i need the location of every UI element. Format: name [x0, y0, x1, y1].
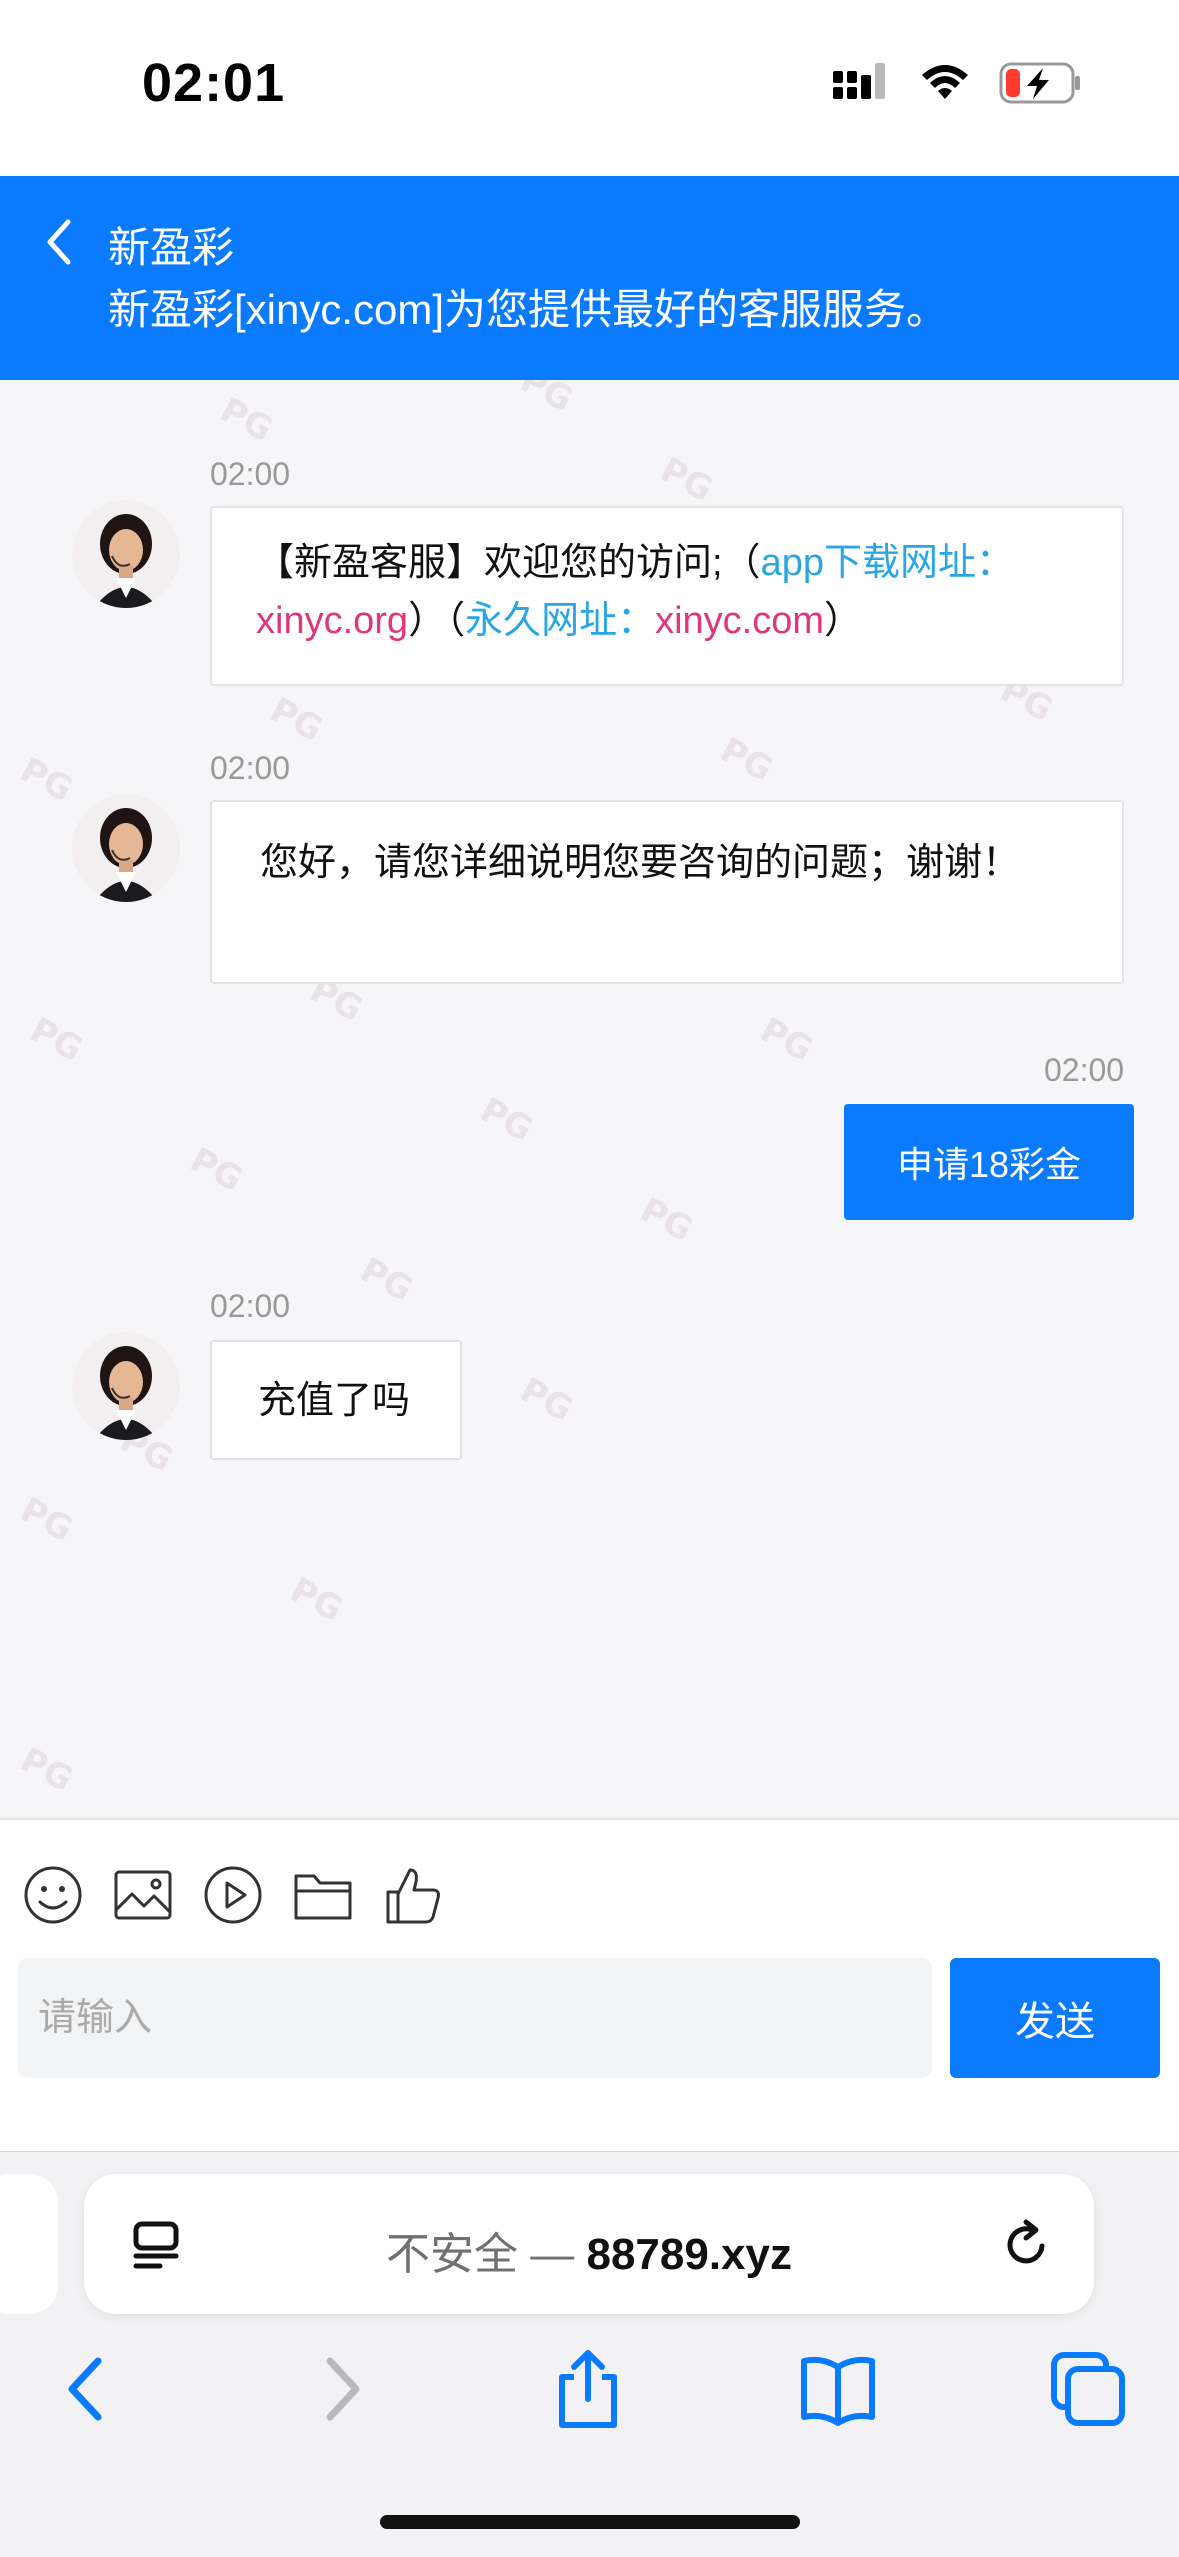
- watermark: PG: [13, 1739, 80, 1801]
- message-time: 02:00: [210, 1288, 291, 1324]
- watermark: PG: [753, 1009, 820, 1071]
- message-bubble-incoming: 充值了吗: [210, 1340, 462, 1460]
- reload-icon[interactable]: [998, 2216, 1054, 2272]
- composer: 发送: [0, 1818, 1179, 2153]
- battery-charging-icon: [999, 62, 1080, 104]
- agent-avatar-image: [72, 1332, 180, 1440]
- back-arrow-icon[interactable]: [36, 212, 80, 272]
- share-icon[interactable]: [546, 2347, 630, 2431]
- app-download-link[interactable]: xinyc.org: [256, 600, 408, 642]
- watermark: PG: [713, 729, 780, 791]
- status-bar: 02:01: [0, 0, 1179, 176]
- header-title: 新盈彩: [108, 224, 235, 271]
- header-subtitle: 新盈彩[xinyc.com]为您提供最好的客服服务。: [108, 286, 949, 333]
- bookmarks-icon[interactable]: [796, 2347, 880, 2431]
- message-text: 【新盈客服】欢迎您的访问;（: [256, 542, 761, 584]
- watermark: PG: [653, 449, 720, 511]
- agent-avatar-image: [72, 794, 180, 902]
- agent-avatar: [72, 1332, 180, 1440]
- status-icons: [833, 62, 1081, 104]
- agent-avatar: [72, 794, 180, 902]
- message-text: ）: [824, 600, 863, 642]
- image-icon[interactable]: [112, 1864, 174, 1926]
- wifi-icon: [922, 65, 968, 99]
- security-label: 不安全 —: [386, 2230, 575, 2279]
- message-bubble-incoming: 【新盈客服】欢迎您的访问;（app下载网址： xinyc.org）（永久网址：xi…: [210, 506, 1124, 686]
- agent-avatar-image: [72, 500, 180, 608]
- emoji-icon[interactable]: [22, 1864, 84, 1926]
- back-icon[interactable]: [46, 2347, 130, 2431]
- watermark: PG: [353, 1249, 420, 1311]
- chat-area[interactable]: PG PG PG PG PG PG PG PG PG PG PG PG PG P…: [0, 380, 1179, 1818]
- domain-label: 88789.xyz: [586, 2230, 792, 2279]
- thumbs-up-icon[interactable]: [382, 1864, 444, 1926]
- watermark: PG: [263, 689, 330, 751]
- watermark: PG: [473, 1089, 540, 1151]
- home-indicator: [380, 2515, 800, 2529]
- message-bubble-outgoing: 申请18彩金: [844, 1104, 1134, 1220]
- agent-avatar: [72, 500, 180, 608]
- watermark: PG: [13, 1489, 80, 1551]
- permanent-url-label: 永久网址：: [465, 600, 656, 642]
- send-button[interactable]: 发送: [950, 1958, 1160, 2078]
- watermark: PG: [513, 380, 580, 421]
- message-bubble-incoming: 您好，请您详细说明您要咨询的问题；谢谢！: [210, 800, 1124, 984]
- status-time: 02:01: [142, 53, 286, 113]
- chat-header: 新盈彩 新盈彩[xinyc.com]为您提供最好的客服服务。: [0, 176, 1179, 380]
- message-time: 02:00: [210, 456, 291, 492]
- folder-icon[interactable]: [292, 1864, 354, 1926]
- watermark: PG: [633, 1189, 700, 1251]
- previous-tab-preview[interactable]: [0, 2174, 58, 2314]
- message-input[interactable]: [18, 1958, 932, 2078]
- message-text: ）（: [408, 600, 466, 642]
- watermark: PG: [213, 389, 280, 451]
- tabs-icon[interactable]: [1046, 2347, 1130, 2431]
- message-time: 02:00: [1044, 1052, 1125, 1088]
- watermark: PG: [513, 1369, 580, 1431]
- address-bar[interactable]: 不安全 — 88789.xyz: [84, 2174, 1094, 2314]
- message-time: 02:00: [210, 750, 291, 786]
- watermark: PG: [283, 1569, 350, 1631]
- permanent-url-link[interactable]: xinyc.com: [655, 600, 824, 642]
- cellular-signal-icon: [833, 63, 885, 99]
- url-text: 不安全 — 88789.xyz: [84, 2218, 1094, 2282]
- browser-toolbar: 不安全 — 88789.xyz: [0, 2151, 1179, 2557]
- video-icon[interactable]: [202, 1864, 264, 1926]
- watermark: PG: [13, 749, 80, 811]
- forward-icon[interactable]: [298, 2347, 382, 2431]
- watermark: PG: [23, 1009, 90, 1071]
- watermark: PG: [183, 1139, 250, 1201]
- app-download-label: app下载网址：: [760, 542, 1014, 584]
